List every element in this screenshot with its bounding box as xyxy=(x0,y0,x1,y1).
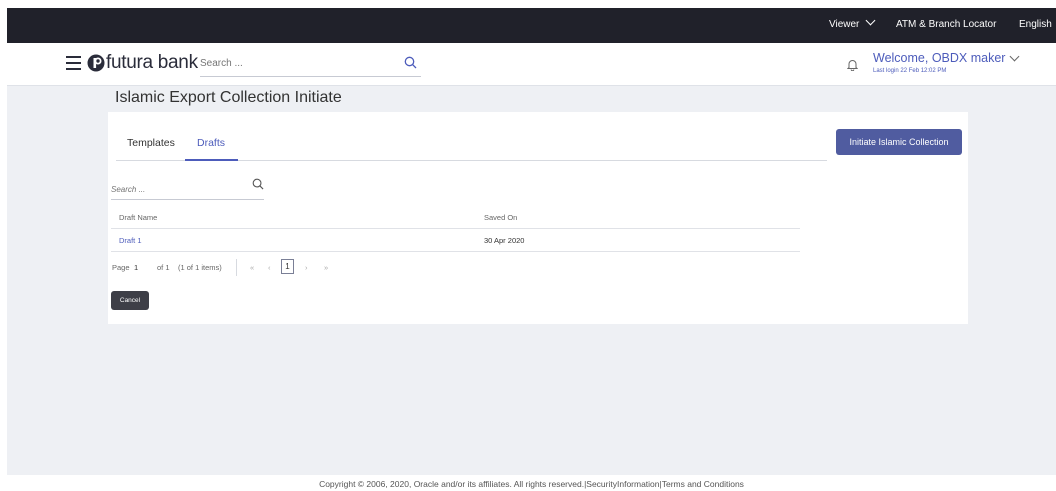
next-page-icon[interactable]: › xyxy=(305,263,308,272)
bell-icon[interactable] xyxy=(847,59,858,71)
futura-logo-icon xyxy=(87,54,105,72)
top-bar: Viewer ATM & Branch Locator English xyxy=(7,8,1056,43)
table-row: Draft 1 30 Apr 2020 xyxy=(111,229,800,252)
pager-divider xyxy=(236,259,237,276)
last-page-icon[interactable]: » xyxy=(324,263,328,272)
items-info: (1 of 1 items) xyxy=(178,263,222,272)
hamburger-menu-icon[interactable] xyxy=(66,56,81,70)
app-frame: Viewer ATM & Branch Locator English futu… xyxy=(7,8,1056,491)
welcome-text: Welcome, OBDX maker xyxy=(873,51,1006,65)
draft-name-link[interactable]: Draft 1 xyxy=(119,236,142,245)
initiate-islamic-collection-button[interactable]: Initiate Islamic Collection xyxy=(836,129,962,155)
chevron-down-icon xyxy=(865,15,876,26)
atm-branch-locator-link[interactable]: ATM & Branch Locator xyxy=(896,19,996,30)
viewer-label: Viewer xyxy=(829,19,860,30)
language-selector[interactable]: English xyxy=(1019,19,1052,30)
page-total: of 1 xyxy=(157,263,170,272)
global-search-input[interactable] xyxy=(200,53,390,74)
search-icon[interactable] xyxy=(404,56,417,69)
saved-on-value: 30 Apr 2020 xyxy=(484,236,525,245)
column-header-saved-on[interactable]: Saved On xyxy=(484,213,517,222)
column-header-draft-name[interactable]: Draft Name xyxy=(119,213,157,222)
page-number-button[interactable]: 1 xyxy=(281,259,294,274)
global-search xyxy=(200,53,421,77)
current-page-value[interactable]: 1 xyxy=(134,263,138,272)
table-header: Draft Name Saved On xyxy=(111,206,800,229)
header: futura bank Welcome, OBDX maker Last log… xyxy=(7,43,1056,86)
chevron-down-icon xyxy=(1010,51,1020,62)
page-label: Page xyxy=(112,263,130,272)
last-login-text: Last login 22 Feb 12:02 PM xyxy=(873,68,947,74)
footer: Copyright © 2006, 2020, Oracle and/or it… xyxy=(7,475,1056,491)
first-page-icon[interactable]: « xyxy=(250,263,254,272)
cancel-button[interactable]: Cancel xyxy=(111,291,149,310)
active-tab-indicator xyxy=(185,159,238,161)
previous-page-icon[interactable]: ‹ xyxy=(268,263,271,272)
drafts-table: Draft Name Saved On Draft 1 30 Apr 2020 xyxy=(111,206,800,252)
tab-bar: Templates Drafts xyxy=(116,128,827,161)
content-card: Templates Drafts Initiate Islamic Collec… xyxy=(108,112,968,324)
drafts-search xyxy=(111,176,264,200)
page-title: Islamic Export Collection Initiate xyxy=(115,89,342,106)
drafts-search-input[interactable] xyxy=(111,179,241,199)
brand-name: futura bank xyxy=(106,52,198,73)
tab-templates[interactable]: Templates xyxy=(127,137,175,149)
tab-drafts[interactable]: Drafts xyxy=(197,137,225,149)
user-menu[interactable]: Welcome, OBDX maker xyxy=(873,51,1020,65)
viewer-dropdown[interactable]: Viewer xyxy=(829,15,876,30)
search-icon[interactable] xyxy=(252,178,264,190)
